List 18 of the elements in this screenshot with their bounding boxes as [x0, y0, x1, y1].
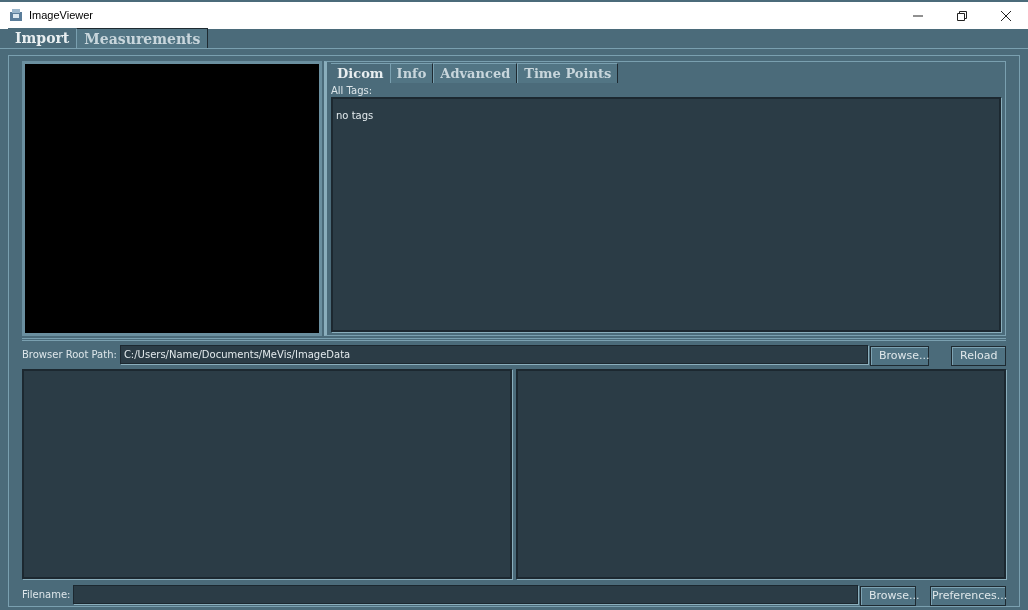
field-label: All Tags:: [331, 85, 374, 97]
push-button[interactable]: Reload: [951, 346, 1006, 367]
push-button[interactable]: Browse...: [870, 346, 929, 367]
app-icon: [9, 9, 23, 22]
tab[interactable]: Info: [389, 63, 434, 83]
path-field[interactable]: C:/Users/Name/Documents/MeVis/ImageData: [119, 344, 868, 364]
tab[interactable]: Time Points: [517, 63, 619, 83]
tab[interactable]: Advanced: [433, 63, 518, 83]
field-label: Browser Root Path:: [22, 347, 117, 362]
restore-icon: [957, 10, 967, 21]
tab[interactable]: Import: [8, 28, 77, 48]
push-button[interactable]: Preferences...: [930, 586, 1006, 607]
close-icon: [1001, 10, 1011, 21]
tab[interactable]: Measurements: [76, 28, 209, 48]
filename-field[interactable]: [73, 584, 858, 604]
field-label: Filename:: [22, 587, 71, 602]
list-text: no tags: [336, 110, 374, 121]
window-title: ImageViewer: [29, 8, 93, 24]
